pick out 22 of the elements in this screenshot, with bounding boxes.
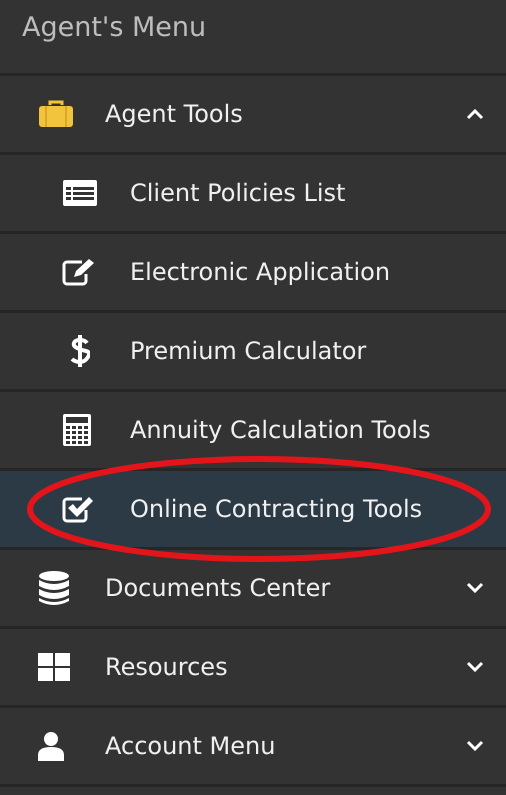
dollar-icon [70, 334, 90, 368]
menu-item[interactable]: Premium Calculator [0, 313, 506, 392]
menu-item[interactable]: Client Policies List [0, 155, 506, 234]
briefcase-icon [38, 100, 74, 128]
menu-section[interactable]: Account Menu [0, 708, 506, 787]
grid-icon [38, 653, 70, 681]
menu-title: Agent's Menu [22, 12, 206, 43]
menu-section[interactable]: Documents Center [0, 550, 506, 629]
menu-item[interactable]: Electronic Application [0, 234, 506, 313]
edit-icon [62, 258, 96, 286]
list-icon [62, 179, 98, 207]
checkbox-icon [62, 495, 94, 523]
menu-item[interactable]: Online Contracting Tools [0, 471, 506, 550]
caret-down-icon [466, 582, 484, 594]
caret-down-icon [466, 661, 484, 673]
menu-section[interactable]: Resources [0, 629, 506, 708]
user-icon [38, 731, 64, 761]
caret-up-icon [466, 108, 484, 120]
caret-down-icon [466, 740, 484, 752]
menu-section[interactable]: Agent Tools [0, 76, 506, 155]
calculator-icon [62, 413, 92, 447]
database-icon [38, 570, 70, 606]
